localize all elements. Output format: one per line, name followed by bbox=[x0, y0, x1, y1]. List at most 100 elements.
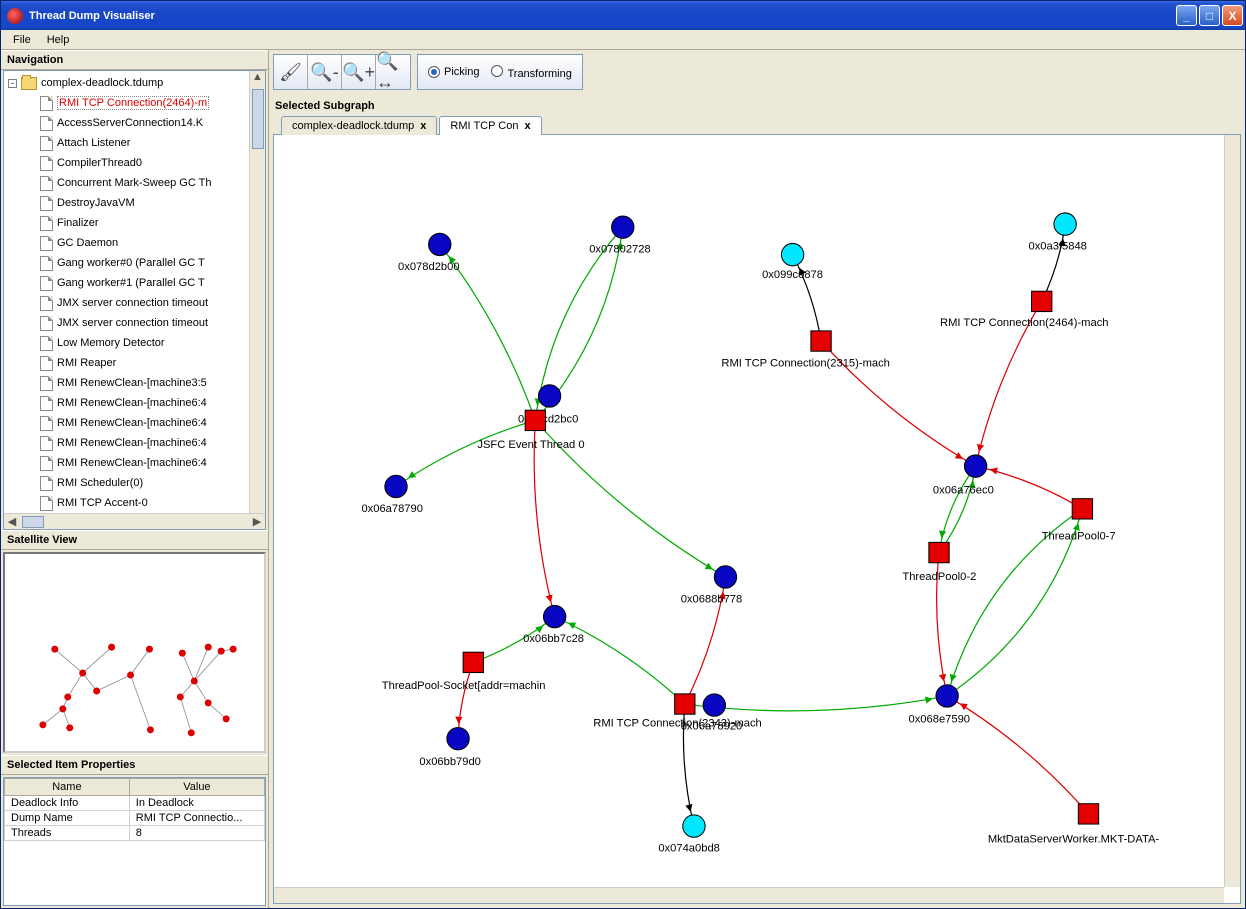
object-node[interactable] bbox=[781, 243, 803, 265]
node-label: RMI TCP Connection(2315)-mach bbox=[721, 357, 889, 369]
props-col-value[interactable]: Value bbox=[129, 779, 264, 796]
picking-radio[interactable]: Picking bbox=[428, 66, 479, 78]
node-label: 0x074a0bd8 bbox=[658, 843, 720, 855]
tree-item[interactable]: RMI TCP Connection(2464)-m bbox=[40, 93, 265, 113]
object-node[interactable] bbox=[683, 815, 705, 837]
thread-node[interactable] bbox=[1072, 499, 1092, 519]
titlebar[interactable]: Thread Dump Visualiser _ □ X bbox=[1, 1, 1245, 30]
tree-item[interactable]: RMI RenewClean-[machine3:5 bbox=[40, 373, 265, 393]
window-title: Thread Dump Visualiser bbox=[29, 10, 155, 22]
close-button[interactable]: X bbox=[1222, 5, 1243, 26]
transforming-radio[interactable]: Transforming bbox=[491, 65, 571, 80]
thread-node[interactable] bbox=[1078, 804, 1098, 824]
node-label: 0x06a78790 bbox=[361, 503, 423, 515]
node-label: ThreadPool-Socket[addr=machin bbox=[382, 680, 546, 692]
tab-row: complex-deadlock.tdumpxRMI TCP Conx bbox=[273, 116, 1241, 135]
thread-node[interactable] bbox=[525, 410, 545, 430]
object-node[interactable] bbox=[538, 385, 560, 407]
node-label: 0x078d2b00 bbox=[398, 261, 460, 273]
object-node[interactable] bbox=[703, 694, 725, 716]
tree-item[interactable]: RMI RenewClean-[machine6:4 bbox=[40, 453, 265, 473]
tree-item[interactable]: JMX server connection timeout bbox=[40, 313, 265, 333]
tab-close-icon[interactable]: x bbox=[420, 120, 426, 132]
zoom-in-icon[interactable]: 🔍+ bbox=[342, 55, 376, 89]
tree-item[interactable]: RMI Scheduler(0) bbox=[40, 473, 265, 493]
properties-panel: Selected Item Properties Name Value Dead… bbox=[1, 755, 268, 908]
props-row[interactable]: Deadlock InfoIn Deadlock bbox=[5, 796, 265, 811]
graph-scrollbar-horizontal[interactable] bbox=[274, 887, 1224, 903]
node-label: ThreadPool0-7 bbox=[1042, 530, 1116, 542]
props-row[interactable]: Threads8 bbox=[5, 826, 265, 841]
tree-item[interactable]: RMI TCP Accent-0 bbox=[40, 493, 265, 513]
object-node[interactable] bbox=[1054, 213, 1076, 235]
brush-icon[interactable]: 🖌 bbox=[274, 55, 308, 89]
mode-selector: Picking Transforming bbox=[417, 54, 583, 90]
tree-item[interactable]: CompilerThread0 bbox=[40, 153, 265, 173]
menu-help[interactable]: Help bbox=[39, 32, 78, 48]
zoom-out-icon[interactable]: 🔍- bbox=[308, 55, 342, 89]
node-label: 0x06a78920 bbox=[681, 720, 743, 732]
thread-node[interactable] bbox=[1032, 291, 1052, 311]
tree-item[interactable]: GC Daemon bbox=[40, 233, 265, 253]
object-node[interactable] bbox=[447, 727, 469, 749]
minimize-button[interactable]: _ bbox=[1176, 5, 1197, 26]
thread-node[interactable] bbox=[929, 542, 949, 562]
node-label: 0x06bb7c28 bbox=[523, 633, 584, 645]
tree-item[interactable]: RMI RenewClean-[machine6:4 bbox=[40, 433, 265, 453]
object-node[interactable] bbox=[964, 455, 986, 477]
tree-item[interactable]: Concurrent Mark-Sweep GC Th bbox=[40, 173, 265, 193]
tree-item[interactable]: JMX server connection timeout bbox=[40, 293, 265, 313]
object-node[interactable] bbox=[429, 233, 451, 255]
graph-edge bbox=[555, 617, 685, 704]
node-label: 0x068e7590 bbox=[909, 713, 971, 725]
node-label: 0x06bb79d0 bbox=[419, 756, 481, 768]
tree-item[interactable]: RMI Reaper bbox=[40, 353, 265, 373]
graph-edge bbox=[793, 255, 821, 341]
tree-item[interactable]: AccessServerConnection14.K bbox=[40, 113, 265, 133]
thread-node[interactable] bbox=[675, 694, 695, 714]
graph-edge bbox=[396, 420, 535, 486]
tree-item[interactable]: Finalizer bbox=[40, 213, 265, 233]
graph-scrollbar-vertical[interactable] bbox=[1224, 135, 1240, 887]
tree-item[interactable]: Attach Listener bbox=[40, 133, 265, 153]
node-label: MktDataServerWorker.MKT-DATA- bbox=[988, 833, 1160, 845]
graph-edge bbox=[939, 466, 976, 552]
tree-item[interactable]: Low Memory Detector bbox=[40, 333, 265, 353]
tree-root[interactable]: -complex-deadlock.tdump bbox=[8, 73, 265, 93]
object-node[interactable] bbox=[936, 685, 958, 707]
thread-node[interactable] bbox=[463, 652, 483, 672]
navigation-panel: Navigation -complex-deadlock.tdumpRMI TC… bbox=[1, 50, 268, 530]
props-col-name[interactable]: Name bbox=[5, 779, 130, 796]
tab[interactable]: complex-deadlock.tdumpx bbox=[281, 116, 437, 135]
tree-item[interactable]: RMI RenewClean-[machine6:4 bbox=[40, 413, 265, 433]
object-node[interactable] bbox=[385, 475, 407, 497]
tree-item[interactable]: RMI RenewClean-[machine6:4 bbox=[40, 393, 265, 413]
tree-item[interactable]: Gang worker#0 (Parallel GC T bbox=[40, 253, 265, 273]
menu-file[interactable]: File bbox=[5, 32, 39, 48]
thread-node[interactable] bbox=[811, 331, 831, 351]
zoom-fit-icon[interactable]: 🔍↔ bbox=[376, 55, 410, 89]
maximize-button[interactable]: □ bbox=[1199, 5, 1220, 26]
object-node[interactable] bbox=[714, 566, 736, 588]
right-column: 🖌 🔍- 🔍+ 🔍↔ Picking Transforming Selected… bbox=[269, 50, 1245, 908]
tree-scrollbar-vertical[interactable]: ▲ bbox=[249, 71, 265, 513]
node-label: RMI TCP Connection(2464)-mach bbox=[940, 317, 1108, 329]
graph-edge bbox=[1042, 224, 1065, 301]
satellite-panel: Satellite View bbox=[1, 530, 268, 755]
object-node[interactable] bbox=[543, 605, 565, 627]
tree-item[interactable]: DestroyJavaVM bbox=[40, 193, 265, 213]
tab-close-icon[interactable]: x bbox=[524, 120, 530, 132]
tab[interactable]: RMI TCP Conx bbox=[439, 116, 541, 135]
props-row[interactable]: Dump NameRMI TCP Connectio... bbox=[5, 811, 265, 826]
tree-scrollbar-horizontal[interactable]: ◀▶ bbox=[4, 513, 265, 529]
node-label: 0x099c0878 bbox=[762, 269, 823, 281]
tree-container: -complex-deadlock.tdumpRMI TCP Connectio… bbox=[3, 70, 266, 530]
node-label: ThreadPool0-2 bbox=[902, 571, 976, 583]
thread-tree[interactable]: -complex-deadlock.tdumpRMI TCP Connectio… bbox=[4, 71, 265, 529]
graph-viewport[interactable]: 0x078d2b000x078027280x099c08780x0a3f5848… bbox=[273, 134, 1241, 904]
tree-item[interactable]: Gang worker#1 (Parallel GC T bbox=[40, 273, 265, 293]
object-node[interactable] bbox=[612, 216, 634, 238]
node-label: JSFC Event Thread 0 bbox=[477, 439, 584, 451]
satellite-canvas[interactable] bbox=[3, 552, 266, 753]
menubar: File Help bbox=[1, 30, 1245, 50]
